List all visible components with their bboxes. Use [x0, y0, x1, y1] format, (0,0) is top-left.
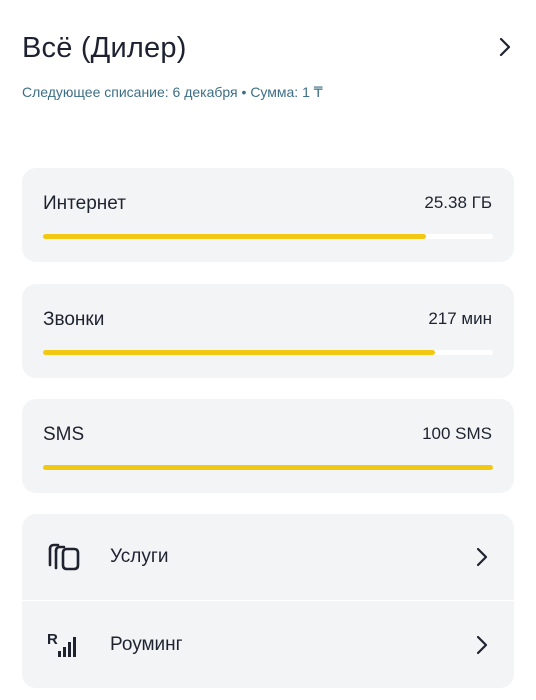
- usage-progress-bar: [43, 350, 493, 355]
- usage-progress-fill: [43, 350, 435, 355]
- menu-item-label: Роуминг: [110, 634, 183, 655]
- internet-usage-card[interactable]: Интернет 25.38 ГБ: [22, 168, 514, 262]
- usage-progress-fill: [43, 234, 426, 239]
- calls-usage-card[interactable]: Звонки 217 мин: [22, 284, 514, 378]
- menu-card: Услуги R Роуминг: [22, 514, 514, 688]
- roaming-signal-icon: R: [47, 631, 76, 657]
- usage-label: SMS: [43, 424, 85, 445]
- usage-label: Интернет: [43, 193, 126, 214]
- chevron-right-icon[interactable]: [498, 36, 512, 58]
- chevron-right-icon: [476, 547, 488, 567]
- chevron-right-icon: [476, 635, 488, 655]
- sms-usage-card[interactable]: SMS 100 SMS: [22, 399, 514, 493]
- menu-item-roaming[interactable]: R Роуминг: [22, 602, 514, 688]
- services-icon: [48, 543, 80, 571]
- tariff-title: Всё (Дилер): [22, 32, 187, 64]
- usage-value: 217 мин: [428, 309, 492, 328]
- next-charge-info: Следующее списание: 6 декабря • Сумма: 1…: [22, 84, 323, 100]
- menu-item-services[interactable]: Услуги: [22, 514, 514, 601]
- svg-text:R: R: [47, 631, 58, 648]
- usage-value: 25.38 ГБ: [424, 193, 492, 212]
- usage-progress-bar: [43, 465, 493, 470]
- usage-progress-fill: [43, 465, 493, 470]
- usage-progress-bar: [43, 234, 493, 239]
- tariff-overview-page: Всё (Дилер) Следующее списание: 6 декабр…: [0, 0, 536, 700]
- usage-value: 100 SMS: [422, 424, 492, 443]
- usage-label: Звонки: [43, 309, 105, 330]
- menu-item-label: Услуги: [110, 546, 169, 567]
- tariff-header[interactable]: Всё (Дилер): [22, 26, 514, 70]
